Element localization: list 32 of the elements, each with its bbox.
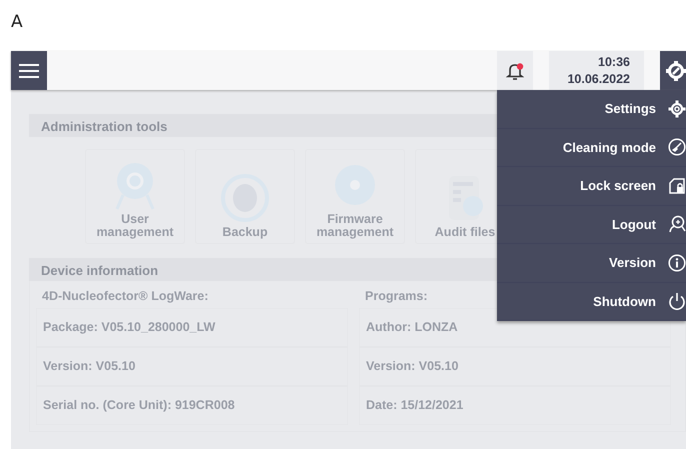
menu-item[interactable]: Lock screen bbox=[497, 167, 686, 206]
brush-icon bbox=[668, 138, 686, 156]
settings-icon bbox=[668, 100, 686, 118]
tile-label: Backup bbox=[222, 226, 268, 239]
tile-label: Audit files bbox=[434, 226, 496, 239]
tile-label: User management bbox=[95, 212, 175, 239]
settings-icon[interactable] bbox=[666, 60, 686, 80]
user-search-icon bbox=[668, 215, 686, 234]
info-row: Package: V05.10_280000_LW bbox=[36, 308, 348, 347]
info-heading: 4D-Nucleofector® LogWare: bbox=[41, 288, 210, 305]
clock-date: 10.06.2022 bbox=[567, 70, 630, 88]
power-icon bbox=[668, 292, 686, 310]
bell-icon[interactable] bbox=[506, 62, 524, 80]
lock-screen-icon bbox=[668, 176, 686, 195]
menu-icon[interactable] bbox=[19, 62, 39, 78]
figure-label: A bbox=[11, 11, 23, 34]
info-icon bbox=[668, 254, 686, 272]
menu-item[interactable]: Settings bbox=[497, 90, 686, 128]
info-heading: Programs: bbox=[364, 288, 429, 305]
menu-item[interactable]: Cleaning mode bbox=[497, 128, 686, 167]
info-row: Version: V05.10 bbox=[36, 347, 348, 386]
menu-item[interactable]: Version bbox=[497, 244, 686, 282]
info-row: Serial no. (Core Unit): 919CR008 bbox=[36, 386, 348, 425]
clock-time: 10:36 bbox=[598, 54, 630, 70]
tile-label: Firmware management bbox=[315, 212, 395, 239]
settings-menu-button[interactable] bbox=[660, 51, 686, 90]
notifications-button[interactable] bbox=[497, 51, 533, 90]
menu-button[interactable] bbox=[11, 51, 47, 90]
info-row: Version: V05.10 bbox=[359, 347, 671, 386]
menu-item[interactable]: Shutdown bbox=[497, 282, 686, 321]
menu-item[interactable]: Logout bbox=[497, 206, 686, 244]
info-row: Date: 15/12/2021 bbox=[359, 386, 671, 425]
